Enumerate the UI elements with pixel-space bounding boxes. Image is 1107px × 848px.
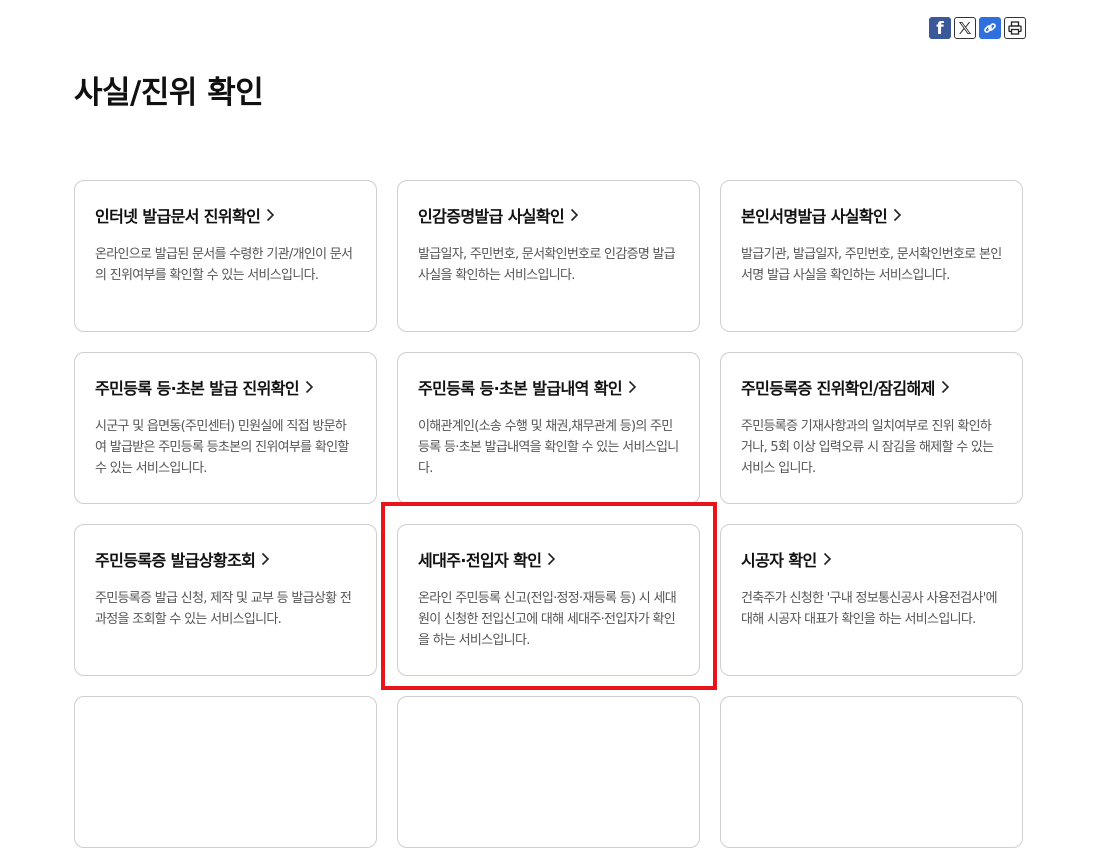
card-contractor-confirm[interactable]: 시공자 확인 건축주가 신청한 '구내 정보통신공사 사용전검사'에 대해 시공… [720, 524, 1023, 676]
link-icon[interactable] [979, 17, 1001, 39]
card-title-text: 시공자 확인 [741, 551, 817, 570]
chevron-right-icon [823, 552, 832, 566]
chevron-right-icon [261, 552, 270, 566]
card-seal-cert-verify[interactable]: 인감증명발급 사실확인 발급일자, 주민번호, 문서확인번호로 인감증명 발급 … [397, 180, 700, 332]
card-title: 본인서명발급 사실확인 [741, 203, 1002, 227]
card-description: 주민등록증 기재사항과의 일치여부로 진위 확인하거나, 5회 이상 입력오류 … [741, 419, 994, 476]
card-title-text: 본인서명발급 사실확인 [741, 207, 888, 226]
card-householder-mover-confirm[interactable]: 세대주·전입자 확인 온라인 주민등록 신고(전입·정정·재등록 등) 시 세대… [397, 524, 700, 676]
card-description: 시군구 및 읍면동(주민센터) 민원실에 직접 방문하여 발급받은 주민등록 등… [95, 419, 349, 476]
card-partial-next-row-1[interactable] [74, 696, 377, 848]
card-title: 세대주·전입자 확인 [418, 547, 679, 571]
facebook-icon[interactable]: f [929, 17, 951, 39]
card-id-card-issue-status[interactable]: 주민등록증 발급상황조회 주민등록증 발급 신청, 제작 및 교부 등 발급상황… [74, 524, 377, 676]
card-description: 건축주가 신청한 '구내 정보통신공사 사용전검사'에 대해 시공자 대표가 확… [741, 591, 998, 627]
print-icon[interactable] [1004, 17, 1026, 39]
chevron-right-icon [547, 552, 556, 566]
card-title-text: 세대주·전입자 확인 [418, 551, 542, 570]
card-title: 인터넷 발급문서 진위확인 [95, 203, 356, 227]
share-toolbar: f [929, 17, 1026, 39]
card-title-text: 주민등록증 진위확인/잠김해제 [741, 379, 935, 398]
card-title: 인감증명발급 사실확인 [418, 203, 679, 227]
chevron-right-icon [305, 380, 314, 394]
card-title: 주민등록 등·초본 발급 진위확인 [95, 375, 356, 399]
card-resident-copy-history[interactable]: 주민등록 등·초본 발급내역 확인 이해관계인(소송 수행 및 채권,채무관계 … [397, 352, 700, 504]
card-title: 시공자 확인 [741, 547, 1002, 571]
card-description: 이해관계인(소송 수행 및 채권,채무관계 등)의 주민등록 등·초본 발급내역… [418, 419, 679, 476]
card-description: 온라인 주민등록 신고(전입·정정·재등록 등) 시 세대원이 신청한 전입신고… [418, 591, 677, 648]
card-description: 발급기관, 발급일자, 주민번호, 문서확인번호로 본인서명 발급 사실을 확인… [741, 247, 1002, 283]
card-partial-next-row-3[interactable] [720, 696, 1023, 848]
card-title-text: 주민등록 등·초본 발급 진위확인 [95, 379, 300, 398]
chevron-right-icon [570, 208, 579, 222]
card-title-text: 주민등록증 발급상황조회 [95, 551, 256, 570]
chevron-right-icon [628, 380, 637, 394]
card-description: 발급일자, 주민번호, 문서확인번호로 인감증명 발급 사실을 확인하는 서비스… [418, 247, 676, 283]
card-partial-next-row-2[interactable] [397, 696, 700, 848]
card-description: 주민등록증 발급 신청, 제작 및 교부 등 발급상황 전 과정을 조회할 수 … [95, 591, 352, 627]
chevron-right-icon [893, 208, 902, 222]
card-description: 온라인으로 발급된 문서를 수령한 기관/개인이 문서의 진위여부를 확인할 수… [95, 247, 353, 283]
card-internet-doc-verify[interactable]: 인터넷 발급문서 진위확인 온라인으로 발급된 문서를 수령한 기관/개인이 문… [74, 180, 377, 332]
chevron-right-icon [941, 380, 950, 394]
x-icon[interactable] [954, 17, 976, 39]
page-title: 사실/진위 확인 [74, 75, 264, 111]
card-title-text: 주민등록 등·초본 발급내역 확인 [418, 379, 623, 398]
card-title: 주민등록증 진위확인/잠김해제 [741, 375, 1002, 399]
facebook-glyph: f [936, 19, 944, 39]
card-signature-verify[interactable]: 본인서명발급 사실확인 발급기관, 발급일자, 주민번호, 문서확인번호로 본인… [720, 180, 1023, 332]
chevron-right-icon [266, 208, 275, 222]
card-id-card-verify-unlock[interactable]: 주민등록증 진위확인/잠김해제 주민등록증 기재사항과의 일치여부로 진위 확인… [720, 352, 1023, 504]
card-resident-copy-verify[interactable]: 주민등록 등·초본 발급 진위확인 시군구 및 읍면동(주민센터) 민원실에 직… [74, 352, 377, 504]
card-title: 주민등록 등·초본 발급내역 확인 [418, 375, 679, 399]
card-title-text: 인감증명발급 사실확인 [418, 207, 565, 226]
card-title: 주민등록증 발급상황조회 [95, 547, 356, 571]
card-title-text: 인터넷 발급문서 진위확인 [95, 207, 261, 226]
